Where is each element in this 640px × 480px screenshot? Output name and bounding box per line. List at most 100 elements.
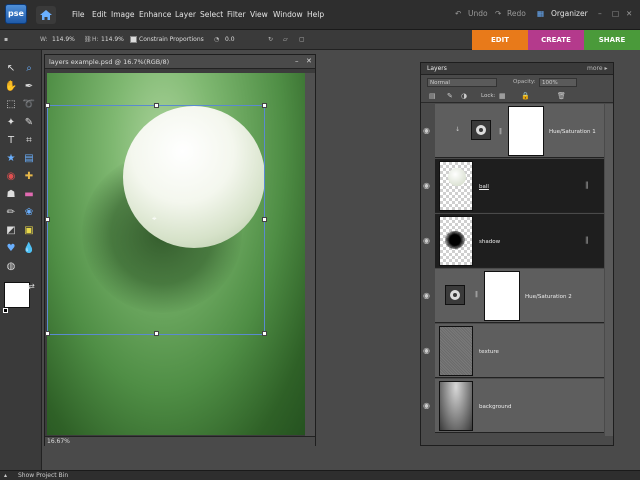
new-layer-icon[interactable]: ▤ [429,92,436,100]
scale-icon[interactable]: ▢ [299,36,305,43]
layer-thumbnail[interactable] [439,216,473,266]
crop-tool-icon[interactable]: ⌗ [22,135,36,147]
transform-handle-bottom[interactable] [154,331,159,336]
sponge-tool-icon[interactable]: ◍ [4,261,18,273]
expand-arrow-icon[interactable]: ▴ [4,472,7,479]
layer-mask-thumbnail[interactable] [508,106,544,156]
width-field[interactable]: 114.9% [52,36,75,43]
visibility-eye-icon[interactable]: ◉ [423,236,430,245]
shape-tool-icon[interactable]: ♥ [4,243,18,255]
menu-enhance[interactable]: Enhance [139,10,171,19]
tab-create[interactable]: CREATE [528,30,584,50]
image-canvas[interactable]: ⌖ [45,73,305,435]
organizer-button[interactable]: Organizer [551,9,588,18]
layer-row-ball[interactable]: ◉ ball ‖ [423,159,604,213]
layer-thumbnail[interactable] [439,161,473,211]
menu-select[interactable]: Select [200,10,223,19]
clone-stamp-tool-icon[interactable]: ☗ [4,189,18,201]
visibility-eye-icon[interactable]: ◉ [423,126,430,135]
eraser-tool-icon[interactable]: ▬ [22,189,36,201]
document-minimize-button[interactable]: – [295,57,299,65]
brush-tool-icon[interactable]: ✏ [4,207,18,219]
skew-icon[interactable]: ▱ [283,36,288,43]
lasso-tool-icon[interactable]: ➰ [22,99,36,111]
rotate-icon[interactable]: ↻ [268,36,273,43]
layer-mask-thumbnail[interactable] [484,271,520,321]
paint-bucket-tool-icon[interactable]: ◩ [4,225,18,237]
layer-row-hue-saturation-1[interactable]: ◉ ↓ ‖ Hue/Saturation 1 [423,104,604,158]
gradient-tool-icon[interactable]: ▣ [22,225,36,237]
zoom-tool-icon[interactable]: ⌕ [22,63,36,75]
minimize-button[interactable]: – [598,9,602,18]
redo-button[interactable]: Redo [507,9,526,18]
straighten-tool-icon[interactable]: ▤ [22,153,36,165]
zoom-level[interactable]: 16.67% [47,438,70,445]
layer-name[interactable]: background [479,404,512,410]
restore-button[interactable]: □ [612,9,619,18]
menu-window[interactable]: Window [273,10,303,19]
angle-field[interactable]: 0.0 [225,36,235,43]
height-field[interactable]: 114.9% [101,36,124,43]
close-button[interactable]: ✕ [626,9,632,18]
layer-row-shadow[interactable]: ◉ shadow ‖ [423,214,604,268]
menu-image[interactable]: Image [111,10,135,19]
document-scrollbar[interactable] [305,73,315,436]
selection-brush-tool-icon[interactable]: ✎ [22,117,36,129]
constrain-checkbox[interactable] [130,36,137,43]
layer-thumbnail[interactable] [439,326,473,376]
eyedropper-tool-icon[interactable]: ✒ [22,81,36,93]
tab-edit[interactable]: EDIT [472,30,528,50]
menu-help[interactable]: Help [307,10,324,19]
transform-handle-top[interactable] [154,103,159,108]
layer-row-texture[interactable]: ◉ texture [423,324,604,378]
layer-row-background[interactable]: ◉ background [423,379,604,433]
default-colors-icon[interactable] [3,308,8,313]
menu-view[interactable]: View [250,10,268,19]
layer-thumbnail[interactable] [439,381,473,431]
layer-name[interactable]: texture [479,349,499,355]
delete-layer-icon[interactable]: 🗑 [557,92,566,100]
layer-name[interactable]: shadow [479,239,500,245]
layer-name[interactable]: ball [479,184,489,190]
layers-scrollbar[interactable] [605,104,613,436]
hand-tool-icon[interactable]: ✋ [4,81,18,93]
move-tool-icon[interactable]: ↖ [4,63,18,75]
menu-layer[interactable]: Layer [175,10,196,19]
menu-file[interactable]: File [72,10,85,19]
foreground-color-swatch[interactable] [4,282,30,308]
transform-handle-bottom-right[interactable] [262,331,267,336]
transform-handle-right[interactable] [262,217,267,222]
blend-mode-select[interactable]: Normal [427,78,497,87]
blur-tool-icon[interactable]: 💧 [22,243,36,255]
red-eye-tool-icon[interactable]: ◉ [4,171,18,183]
layer-name[interactable]: Hue/Saturation 1 [549,129,596,135]
brush-icon[interactable]: ✎ [447,92,453,100]
transform-handle-top-right[interactable] [262,103,267,108]
marquee-tool-icon[interactable]: ⬚ [4,99,18,111]
document-close-button[interactable]: ✕ [306,57,312,65]
menu-edit[interactable]: Edit [92,10,107,19]
transform-center-icon[interactable]: ⌖ [152,214,157,224]
layer-row-hue-saturation-2[interactable]: ◉ ‖ Hue/Saturation 2 [423,269,604,323]
cookie-cutter-tool-icon[interactable]: ★ [4,153,18,165]
transform-bounding-box[interactable]: ⌖ [45,103,267,336]
layer-name[interactable]: Hue/Saturation 2 [525,294,572,300]
visibility-eye-icon[interactable]: ◉ [423,181,430,190]
magic-wand-tool-icon[interactable]: ✦ [4,117,18,129]
lock-all-icon[interactable]: 🔒 [521,92,530,100]
visibility-eye-icon[interactable]: ◉ [423,401,430,410]
transform-handle-bottom-left[interactable] [45,331,50,336]
layers-tab[interactable]: Layers [427,65,447,72]
visibility-eye-icon[interactable]: ◉ [423,291,430,300]
transform-handle-left[interactable] [45,217,50,222]
more-menu-button[interactable]: more ▸ [587,65,607,72]
tab-share[interactable]: SHARE [584,30,640,50]
healing-brush-tool-icon[interactable]: ✚ [22,171,36,183]
menu-filter[interactable]: Filter [227,10,246,19]
home-button[interactable] [36,6,56,24]
transform-handle-top-left[interactable] [45,103,50,108]
show-project-bin-button[interactable]: Show Project Bin [18,472,68,479]
visibility-eye-icon[interactable]: ◉ [423,346,430,355]
smart-brush-tool-icon[interactable]: ❀ [22,207,36,219]
adjustment-layer-icon[interactable]: ◑ [461,92,467,100]
